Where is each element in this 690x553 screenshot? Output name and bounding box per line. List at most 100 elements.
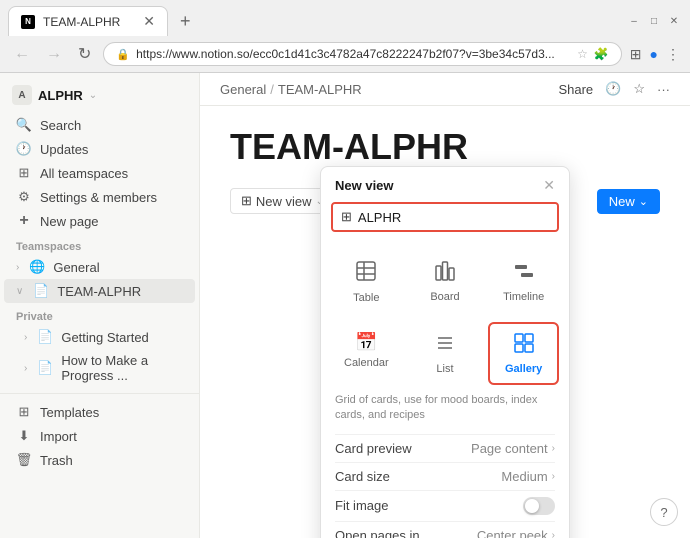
view-option-gallery[interactable]: Gallery (488, 322, 559, 385)
sidebar-item-general[interactable]: › 🌐 General (4, 255, 195, 279)
table-label: Table (353, 292, 379, 304)
title-bar: N TEAM-ALPHR ✕ + – □ ✕ (0, 0, 690, 36)
nav-bar: ← → ↻ 🔒 https://www.notion.so/ecc0c1d41c… (0, 36, 690, 73)
sidebar-header: A ALPHR ⌄ (0, 81, 199, 109)
refresh-button[interactable]: ↻ (74, 42, 95, 66)
view-option-table[interactable]: Table (331, 250, 402, 314)
main-content: General / TEAM-ALPHR Share 🕐 ☆ ··· TEAM-… (200, 73, 690, 538)
help-button[interactable]: ? (650, 498, 678, 526)
sidebar-item-import[interactable]: ⬇ Import (4, 424, 195, 448)
workspace-name: ALPHR (38, 88, 83, 103)
sidebar-item-how-to[interactable]: › 📄 How to Make a Progress ... (4, 349, 195, 387)
minimize-button[interactable]: – (626, 13, 642, 29)
open-pages-label: Open pages in (335, 528, 420, 538)
tab-close-btn[interactable]: ✕ (143, 13, 155, 30)
window-controls: – □ ✕ (626, 13, 682, 29)
sidebar-item-team-alphr[interactable]: ∨ 📄 TEAM-ALPHR (4, 279, 195, 303)
nav-actions: ⊞ ● ⋮ (630, 46, 680, 63)
getting-started-icon: 📄 (37, 329, 53, 345)
profile-icon[interactable]: ● (650, 46, 658, 62)
more-icon[interactable]: ··· (657, 82, 670, 97)
card-preview-value[interactable]: Page content › (471, 441, 555, 456)
page-body: TEAM-ALPHR ⊞ New view ⌄ Filter Sort 🔍 ··… (200, 106, 690, 538)
general-chevron: › (16, 262, 19, 273)
forward-button[interactable]: → (42, 43, 66, 65)
settings-icon: ⚙ (16, 189, 32, 205)
trash-icon: 🗑 (16, 452, 32, 468)
sidebar-item-updates[interactable]: 🕐 Updates (4, 137, 195, 161)
address-star-icon: ☆ (577, 47, 588, 61)
teamspaces-icon: ⊞ (16, 165, 32, 181)
sidebar-item-getting-started[interactable]: › 📄 Getting Started (4, 325, 195, 349)
fit-image-toggle[interactable] (523, 497, 555, 515)
breadcrumb: General / TEAM-ALPHR (220, 82, 362, 97)
extensions-icon[interactable]: ⊞ (630, 46, 642, 63)
view-name-input[interactable] (358, 210, 549, 225)
open-pages-value[interactable]: Center peek › (477, 528, 555, 538)
panel-view-icon: ⊞ (341, 209, 352, 225)
team-alphr-icon: 📄 (33, 283, 49, 299)
favorite-icon[interactable]: ☆ (633, 81, 645, 97)
teamspaces-section-label: Teamspaces (0, 233, 199, 255)
panel-title: New view (335, 178, 394, 193)
view-option-timeline[interactable]: Timeline (488, 250, 559, 314)
view-btn-icon: ⊞ (241, 193, 252, 209)
close-button[interactable]: ✕ (666, 13, 682, 29)
sidebar-item-new-page[interactable]: + New page (4, 209, 195, 233)
sidebar-item-settings[interactable]: ⚙ Settings & members (4, 185, 195, 209)
new-tab-button[interactable]: + (172, 7, 199, 36)
app-layout: A ALPHR ⌄ 🔍 Search 🕐 Updates ⊞ All teams… (0, 73, 690, 538)
card-preview-label: Card preview (335, 441, 412, 456)
address-ext-icon: 🧩 (594, 47, 609, 61)
sidebar-new-page-label: New page (40, 214, 99, 229)
new-view-panel: New view ✕ ⊞ Table (320, 166, 570, 538)
sidebar-updates-label: Updates (40, 142, 88, 157)
history-icon[interactable]: 🕐 (605, 81, 621, 97)
sidebar-templates-label: Templates (40, 405, 99, 420)
getting-started-chevron: › (24, 332, 27, 343)
new-btn-label: New (609, 194, 635, 209)
address-bar[interactable]: 🔒 https://www.notion.so/ecc0c1d41c3c4782… (103, 42, 621, 66)
templates-icon: ⊞ (16, 404, 32, 420)
share-button[interactable]: Share (558, 82, 593, 97)
new-record-button[interactable]: New ⌄ (597, 189, 660, 214)
card-preview-value-text: Page content (471, 441, 548, 456)
sidebar-import-label: Import (40, 429, 77, 444)
breadcrumb-sep: / (270, 82, 274, 97)
panel-close-button[interactable]: ✕ (543, 177, 555, 194)
card-size-value[interactable]: Medium › (501, 469, 555, 484)
table-icon (355, 260, 377, 288)
sidebar-item-search[interactable]: 🔍 Search (4, 113, 195, 137)
setting-card-size: Card size Medium › (335, 462, 555, 490)
open-pages-value-text: Center peek (477, 528, 548, 538)
browser-tab[interactable]: N TEAM-ALPHR ✕ (8, 6, 168, 36)
back-button[interactable]: ← (10, 43, 34, 65)
new-btn-arrow-icon: ⌄ (639, 195, 648, 208)
sidebar-item-all-teamspaces[interactable]: ⊞ All teamspaces (4, 161, 195, 185)
view-option-list[interactable]: List (410, 322, 481, 385)
sidebar-search-label: Search (40, 118, 81, 133)
sidebar-item-trash[interactable]: 🗑 Trash (4, 448, 195, 472)
menu-icon[interactable]: ⋮ (666, 46, 680, 63)
panel-settings: Card preview Page content › Card size Me… (321, 434, 569, 538)
sidebar-item-templates[interactable]: ⊞ Templates (4, 400, 195, 424)
new-page-icon: + (16, 213, 32, 229)
calendar-label: Calendar (344, 357, 389, 369)
view-option-board[interactable]: Board (410, 250, 481, 314)
maximize-button[interactable]: □ (646, 13, 662, 29)
workspace-avatar: A (12, 85, 32, 105)
toggle-knob (525, 499, 539, 513)
timeline-label: Timeline (503, 291, 544, 303)
sidebar-all-teamspaces-label: All teamspaces (40, 166, 128, 181)
open-pages-chevron: › (552, 530, 555, 538)
sidebar-divider (0, 393, 199, 394)
page-header: General / TEAM-ALPHR Share 🕐 ☆ ··· (200, 73, 690, 106)
breadcrumb-home: General (220, 82, 266, 97)
search-icon: 🔍 (16, 117, 32, 133)
private-section-label: Private (0, 303, 199, 325)
board-icon (434, 260, 456, 287)
view-options-grid: Table Board Timeline (321, 242, 569, 393)
view-option-calendar[interactable]: 📅 Calendar (331, 322, 402, 385)
setting-fit-image: Fit image (335, 490, 555, 521)
workspace-chevron: ⌄ (89, 90, 97, 101)
